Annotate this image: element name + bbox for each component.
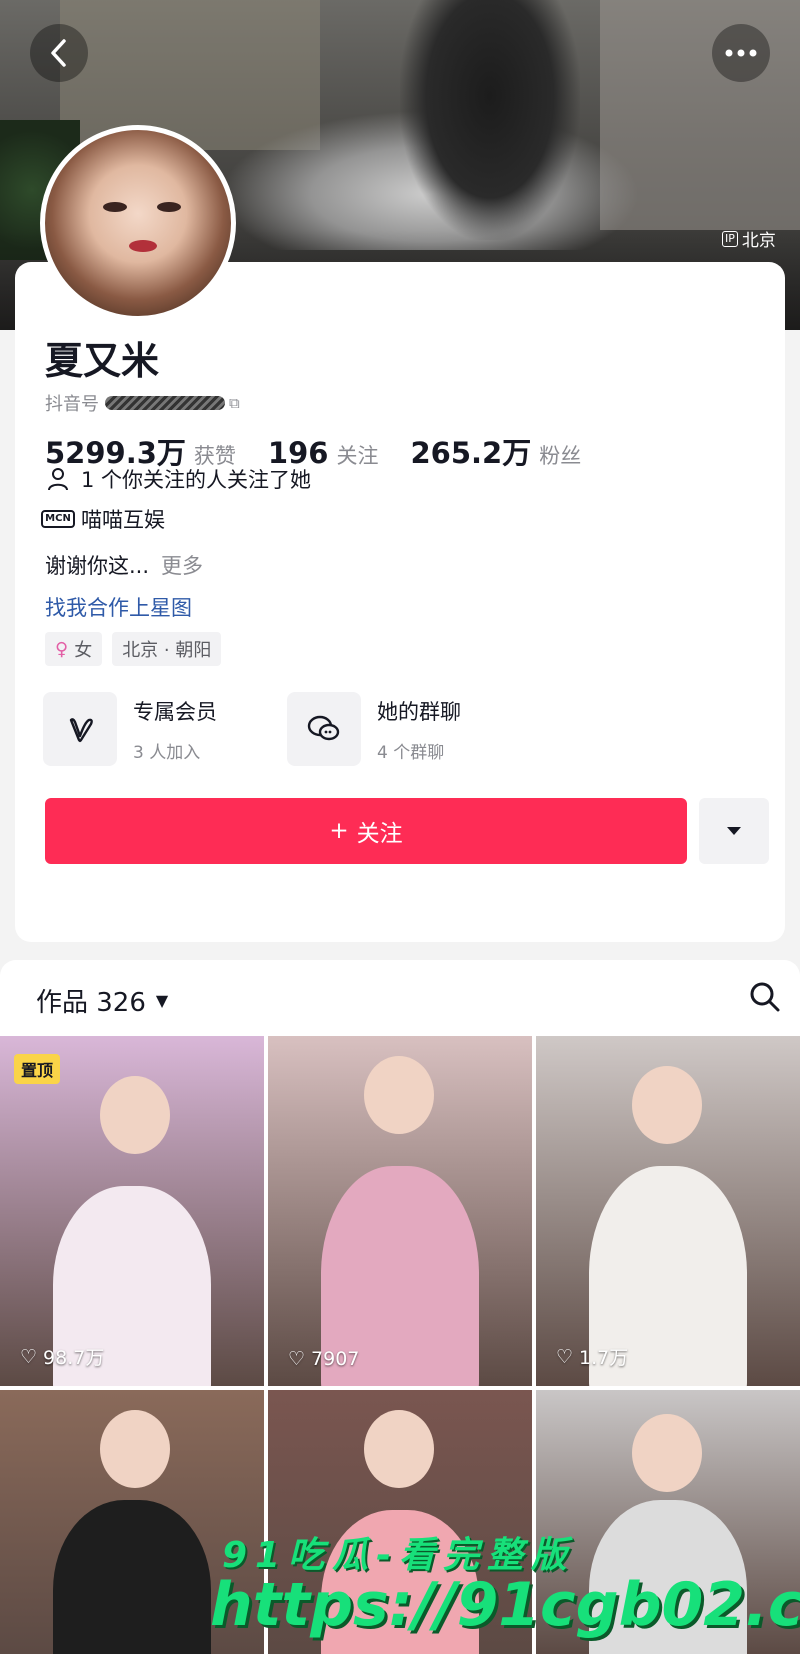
douyin-id-redacted — [105, 396, 225, 410]
mutual-follow-text: 1 个你关注的人关注了她 — [81, 468, 312, 492]
group-chat-entry[interactable]: 她的群聊 4 个群聊 — [287, 692, 461, 766]
location-tag-text: 北京 · 朝阳 — [122, 640, 212, 661]
ip-location-text: 北京 — [741, 231, 776, 251]
pinned-badge: 置顶 — [14, 1054, 61, 1084]
mcn-icon-text: MCN — [41, 510, 75, 528]
gender-tag-text: 女 — [74, 640, 93, 661]
tags-row: ♀ 女 北京 · 朝阳 — [45, 632, 222, 666]
group-chat-title: 她的群聊 — [377, 699, 461, 724]
heart-icon: ♡ — [288, 1348, 306, 1370]
tile-likes: ♡ 1.7万 — [556, 1343, 628, 1370]
tile-figure-head — [364, 1410, 434, 1488]
video-tile-1[interactable]: 置顶 ♡ 98.7万 — [0, 1036, 264, 1386]
more-dots-icon — [725, 49, 757, 57]
mutual-follow-row[interactable]: 1 个你关注的人关注了她 — [45, 464, 311, 494]
bio-more-link[interactable]: 更多 — [161, 554, 203, 578]
back-button[interactable] — [30, 24, 88, 82]
avatar[interactable] — [40, 125, 236, 321]
tile-likes: ♡ 7907 — [288, 1348, 359, 1370]
video-tile-2[interactable]: ♡ 7907 — [268, 1036, 532, 1386]
membership-entry[interactable]: 专属会员 3 人加入 — [43, 692, 217, 766]
avatar-eye-right — [157, 202, 181, 212]
watermark-line2: https://91cgb02.com — [210, 1570, 800, 1640]
avatar-lips — [129, 240, 157, 252]
profile-name: 夏又米 — [45, 339, 160, 383]
heart-icon: ♡ — [20, 1345, 38, 1368]
follow-button-label: 关注 — [356, 821, 403, 847]
ip-location: IP 北京 — [722, 226, 776, 251]
bio: 谢谢你这... 更多 — [45, 550, 203, 580]
mcn-name: 喵喵互娱 — [81, 508, 165, 532]
xingtu-link[interactable]: 找我合作上星图 — [45, 592, 192, 622]
mcn-icon: MCN — [41, 506, 75, 532]
tile-likes-count: 1.7万 — [579, 1347, 629, 1369]
tile-figure-head — [100, 1410, 170, 1488]
tile-figure-head — [364, 1056, 434, 1134]
tile-likes: ♡ 98.7万 — [20, 1343, 104, 1370]
stat-following-label: 关注 — [336, 444, 379, 468]
ip-icon: IP — [722, 230, 738, 247]
profile-card: 夏又米 抖音号 ⧉ 5299.3万 获赞 196 关注 265.2万 粉丝 1 … — [15, 262, 785, 942]
chevron-left-icon — [51, 39, 66, 67]
plus-icon: + — [329, 818, 349, 844]
tile-likes-count: 98.7万 — [43, 1347, 105, 1369]
more-actions-dropdown[interactable] — [699, 798, 769, 864]
tile-figure-head — [632, 1066, 702, 1144]
works-header: 作品 326 ▼ — [0, 960, 800, 1038]
copy-icon[interactable]: ⧉ — [229, 394, 240, 412]
douyin-id-label: 抖音号 — [45, 394, 99, 415]
location-tag: 北京 · 朝阳 — [112, 632, 222, 666]
tile-figure-head — [100, 1076, 170, 1154]
chat-bubbles-icon — [287, 692, 361, 766]
gender-tag: ♀ 女 — [45, 632, 103, 666]
tile-figure-head — [632, 1414, 702, 1492]
stat-followers[interactable]: 265.2万 粉丝 — [410, 430, 581, 472]
caret-down-icon: ▼ — [155, 991, 169, 1010]
stat-followers-value: 265.2万 — [410, 436, 532, 470]
cover-rider — [400, 0, 580, 240]
works-tab[interactable]: 作品 326 ▼ — [36, 982, 168, 1019]
more-button[interactable] — [712, 24, 770, 82]
stat-followers-label: 粉丝 — [539, 444, 582, 468]
tile-figure — [52, 1500, 212, 1654]
douyin-id[interactable]: 抖音号 ⧉ — [45, 390, 240, 416]
search-icon[interactable] — [748, 980, 782, 1014]
video-tile-3[interactable]: ♡ 1.7万 — [536, 1036, 800, 1386]
heart-icon: ♡ — [556, 1345, 574, 1368]
works-title-text: 作品 326 — [36, 988, 146, 1018]
bio-text: 谢谢你这... — [45, 554, 150, 578]
follow-button[interactable]: + 关注 — [45, 798, 687, 864]
group-chat-subtitle: 4 个群聊 — [377, 742, 445, 763]
tile-likes-count: 7907 — [311, 1348, 360, 1370]
membership-title: 专属会员 — [133, 699, 217, 724]
membership-subtitle: 3 人加入 — [133, 742, 201, 763]
heart-v-icon — [43, 692, 117, 766]
female-icon: ♀ — [55, 638, 69, 660]
mcn-row[interactable]: MCN 喵喵互娱 — [41, 504, 165, 534]
triangle-down-icon — [727, 827, 741, 835]
avatar-eye-left — [103, 202, 127, 212]
person-icon — [45, 466, 71, 492]
